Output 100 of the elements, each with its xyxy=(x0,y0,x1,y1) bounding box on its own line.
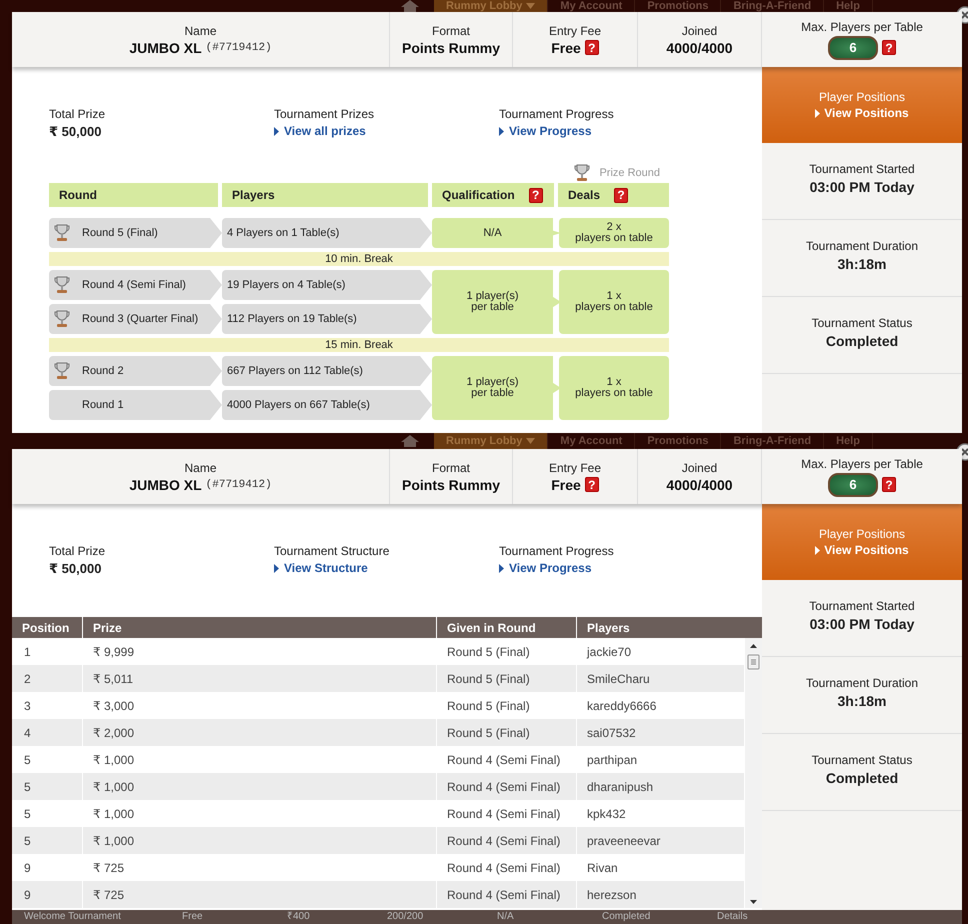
info-value: 03:00 PM Today xyxy=(810,178,914,194)
table-cell: ₹400 xyxy=(287,910,310,924)
help-button[interactable]: ? xyxy=(882,477,896,492)
trophy-icon xyxy=(54,310,70,328)
total-prize-value: ₹ 50,000 xyxy=(49,561,102,577)
qualification-cell: 1 player(s) per table xyxy=(432,356,559,420)
view-link[interactable]: View Structure xyxy=(284,561,368,575)
total-prize-value: ₹ 50,000 xyxy=(49,124,102,140)
qualification-cell: 1 player(s) per table xyxy=(432,270,559,334)
help-button[interactable]: ? xyxy=(614,188,628,202)
view-link[interactable]: View Progress xyxy=(509,124,592,138)
field-label: Tournament Progress xyxy=(499,107,615,121)
deals-cell: 2 x players on table xyxy=(559,218,669,248)
tournament-name: JUMBO XL xyxy=(129,476,202,492)
field-label: Total Prize xyxy=(49,107,106,121)
info-value: 3h:18m xyxy=(837,692,887,708)
round-name: Round 1 xyxy=(82,399,124,411)
caret-icon xyxy=(526,3,536,9)
field-label: Max. Players per Table xyxy=(801,456,923,470)
info-label: Tournament Started xyxy=(809,162,915,176)
field-label: Max. Players per Table xyxy=(801,20,923,34)
column-header: Players xyxy=(586,620,631,636)
field-label: Format xyxy=(432,460,470,474)
players-cell: 112 Players on 19 Table(s) xyxy=(222,304,432,334)
column-header: Qualification ? xyxy=(432,183,554,207)
panel-title: Player Positions xyxy=(818,90,906,104)
home-icon[interactable] xyxy=(400,0,420,12)
round-name: Round 4 (Semi Final) xyxy=(82,279,186,291)
field-label: Total Prize xyxy=(49,544,106,558)
joined-value: 4000/4000 xyxy=(666,40,733,56)
table-cell: 9 xyxy=(12,881,83,908)
players-cell: 4 Players on 1 Table(s) xyxy=(222,218,432,248)
info-value: Completed xyxy=(826,770,898,786)
help-button[interactable]: ? xyxy=(882,40,896,55)
deals-cell: 1 x players on table xyxy=(559,270,669,334)
trophy-icon xyxy=(54,362,70,380)
caret-icon xyxy=(526,438,536,444)
trophy-icon xyxy=(54,276,70,294)
round-name: Round 3 (Quarter Final) xyxy=(82,313,198,325)
info-label: Tournament Duration xyxy=(806,238,918,252)
column-header: Players xyxy=(222,183,428,207)
field-label: Joined xyxy=(682,460,718,474)
field-label: Tournament Progress xyxy=(499,544,615,558)
column-header: Round xyxy=(49,183,218,207)
triangle-icon xyxy=(274,564,279,572)
players-cell: 667 Players on 112 Table(s) xyxy=(222,356,432,386)
help-button[interactable]: ? xyxy=(584,477,599,492)
info-value: 03:00 PM Today xyxy=(810,616,914,632)
field-label: Joined xyxy=(682,24,718,38)
table-cell: Round 4 (Semi Final) xyxy=(437,881,577,908)
field-label: Tournament Structure xyxy=(274,544,390,558)
tournament-id: (#7719412) xyxy=(206,478,272,490)
triangle-icon xyxy=(499,564,504,572)
qualification-cell: N/A xyxy=(432,218,559,248)
table-cell: Welcome Tournament xyxy=(24,910,121,924)
help-button[interactable]: ? xyxy=(584,40,599,55)
deals-cell: 1 x players on table xyxy=(559,356,669,420)
view-positions-link[interactable]: View Positions xyxy=(824,543,909,557)
triangle-icon xyxy=(815,108,820,118)
view-link[interactable]: View all prizes xyxy=(284,124,366,138)
info-value: 3h:18m xyxy=(837,256,887,272)
info-value: Completed xyxy=(826,332,898,348)
details-link[interactable]: Details xyxy=(717,910,748,924)
table-size-badge: 6 xyxy=(828,36,878,60)
field-label: Entry Fee xyxy=(548,24,602,38)
table-cell: ₹ 725 xyxy=(83,881,437,908)
info-label: Tournament Started xyxy=(809,598,915,612)
field-label: Name xyxy=(184,24,216,38)
field-label: Tournament Prizes xyxy=(274,107,376,121)
help-button[interactable]: ? xyxy=(528,188,543,202)
info-label: Tournament Status xyxy=(812,316,912,330)
tournament-name: JUMBO XL xyxy=(129,40,202,56)
panel-title: Player Positions xyxy=(818,527,906,541)
legend-label: Prize Round xyxy=(599,167,660,179)
info-label: Tournament Duration xyxy=(806,676,918,690)
field-label: Name xyxy=(184,460,216,474)
joined-value: 4000/4000 xyxy=(666,476,733,492)
players-cell: 4000 Players on 667 Table(s) xyxy=(222,390,432,420)
view-positions-link[interactable]: View Positions xyxy=(824,106,909,120)
table-cell: Free xyxy=(182,910,203,924)
entry-fee-value: Free xyxy=(551,40,581,56)
round-name: Round 2 xyxy=(82,365,124,377)
break-bar: 10 min. Break xyxy=(49,252,669,266)
round-name: Round 5 (Final) xyxy=(82,227,158,239)
info-label: Tournament Status xyxy=(812,752,912,766)
home-icon[interactable] xyxy=(400,435,420,447)
column-header: Deals ? xyxy=(558,183,669,207)
table-cell: N/A xyxy=(497,910,514,924)
tournament-id: (#7719412) xyxy=(206,42,272,54)
table-cell: 200/200 xyxy=(387,910,424,924)
format-value: Points Rummy xyxy=(402,476,500,492)
format-value: Points Rummy xyxy=(402,40,500,56)
field-label: Entry Fee xyxy=(548,460,602,474)
triangle-icon xyxy=(499,126,504,136)
triangle-icon xyxy=(274,126,279,136)
break-bar: 15 min. Break xyxy=(49,338,669,352)
view-link[interactable]: View Progress xyxy=(509,561,592,575)
table-size-badge: 6 xyxy=(828,472,878,496)
triangle-icon xyxy=(815,546,820,554)
trophy-icon xyxy=(54,224,70,242)
